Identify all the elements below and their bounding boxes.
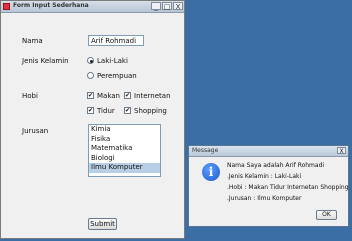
dialog-message-line: .Jenis Kelamin : Laki-Laki	[227, 173, 302, 180]
radio-laki-laki-label: Laki-Laki	[97, 57, 128, 65]
information-icon: i	[202, 163, 220, 181]
radio-laki-laki[interactable]	[87, 57, 94, 64]
checkbox-makan-label: Makan	[97, 92, 120, 100]
hobi-label: Hobi	[22, 92, 38, 100]
dialog-message-line: Nama Saya adalah Arif Rohmadi	[227, 162, 325, 169]
app-icon	[3, 3, 10, 10]
list-item[interactable]: Matematika	[89, 144, 160, 154]
checkbox-shopping-label: Shopping	[134, 107, 167, 115]
minimize-button[interactable]: _	[151, 2, 161, 11]
checkbox-internetan-label: Internetan	[134, 92, 171, 100]
close-button[interactable]: X	[173, 2, 183, 11]
nama-label: Nama	[22, 37, 43, 45]
checkbox-shopping[interactable]: ✔	[124, 107, 131, 114]
radio-perempuan-label: Perempuan	[97, 72, 137, 80]
window-title: Form Input Sederhana	[13, 2, 89, 9]
list-item[interactable]: Fisika	[89, 135, 160, 145]
checkbox-tidur-label: Tidur	[97, 107, 115, 115]
list-item[interactable]: Biologi	[89, 154, 160, 164]
checkbox-makan[interactable]: ✔	[87, 92, 94, 99]
list-item-selected[interactable]: Ilmu Komputer	[89, 163, 160, 173]
dialog-message-line: .Jurusan : Ilmu Komputer	[227, 195, 302, 202]
main-window: Form Input Sederhana _ □ X Nama Arif Roh…	[0, 0, 185, 239]
dialog-message-line: .Hobi : Makan Tidur Internetan Shopping	[227, 184, 349, 191]
window-titlebar[interactable]: Form Input Sederhana _ □ X	[1, 1, 184, 13]
radio-perempuan[interactable]	[87, 72, 94, 79]
maximize-button[interactable]: □	[162, 2, 172, 11]
submit-button[interactable]: Submit	[88, 218, 117, 230]
dialog-titlebar[interactable]: Message X	[189, 146, 348, 157]
jurusan-list[interactable]: Kimia Fisika Matematika Biologi Ilmu Kom…	[88, 124, 161, 177]
nama-input[interactable]: Arif Rohmadi	[88, 35, 144, 46]
list-item[interactable]: Kimia	[89, 125, 160, 135]
dialog-title: Message	[192, 147, 219, 154]
ok-button[interactable]: OK	[316, 210, 337, 220]
dialog-close-button[interactable]: X	[337, 147, 346, 155]
message-dialog: Message X i Nama Saya adalah Arif Rohmad…	[188, 145, 349, 227]
checkbox-internetan[interactable]: ✔	[124, 92, 131, 99]
jenis-kelamin-label: Jenis Kelamin	[22, 57, 69, 65]
checkbox-tidur[interactable]: ✔	[87, 107, 94, 114]
jurusan-label: Jurusan	[22, 127, 49, 135]
